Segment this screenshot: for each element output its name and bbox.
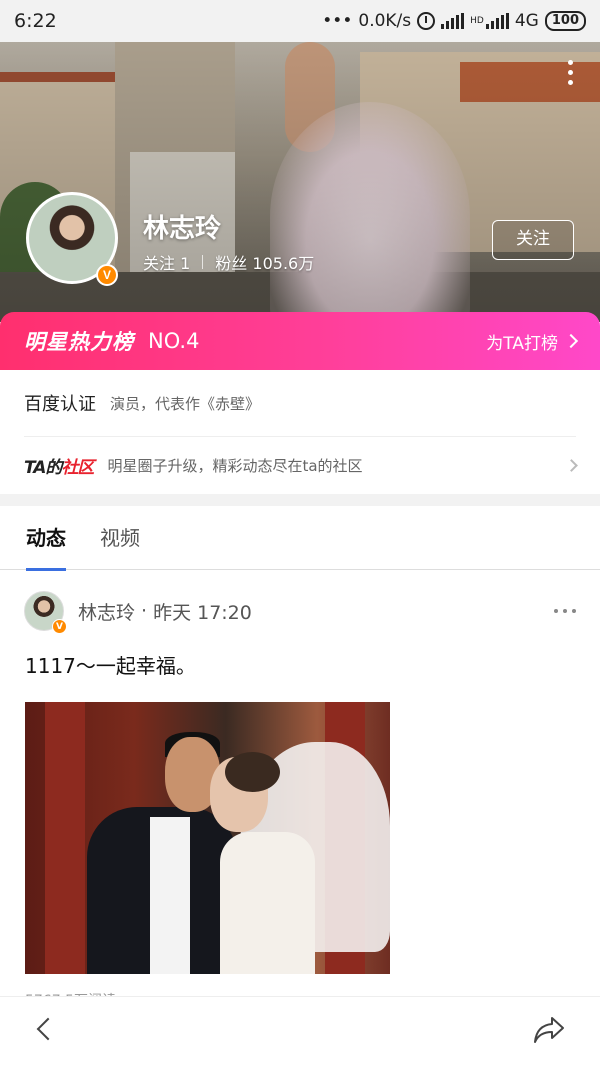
hd-label: HD [470, 16, 484, 26]
signal-icon-2 [485, 13, 509, 29]
network-speed: 0.0K/s [358, 11, 412, 31]
network-type: 4G [514, 11, 539, 31]
following-count: 1 [180, 254, 191, 273]
status-bar: 6:22 ••• 0.0K/s HD 4G 100 [0, 0, 600, 42]
community-row[interactable]: TA的社区 明星圈子升级，精彩动态尽在ta的社区 [24, 436, 578, 494]
ranking-title: 明星热力榜 [24, 330, 134, 354]
certification-label: 百度认证 [24, 394, 96, 415]
ranking-number: NO.4 [148, 329, 200, 353]
signal-icon [441, 13, 465, 29]
vote-label: 为TA打榜 [486, 333, 558, 354]
star-ranking-bar[interactable]: 明星热力榜 NO.4 为TA打榜 [0, 312, 600, 370]
post-text: 1117～一起幸福。 [25, 654, 196, 678]
community-text: 明星圈子升级，精彩动态尽在ta的社区 [107, 457, 363, 475]
fans-label: 粉丝 [215, 254, 248, 273]
battery-icon: 100 [544, 11, 586, 31]
verified-badge-icon: V [96, 264, 118, 286]
tab-video[interactable]: 视频 [100, 506, 140, 570]
community-logo: TA的社区 [24, 458, 94, 478]
following-stat[interactable]: 关注 1 [143, 250, 190, 274]
post-image[interactable] [25, 702, 390, 974]
back-arrow-icon[interactable] [36, 1017, 60, 1041]
post-separator: · [141, 600, 148, 622]
profile-banner: V 林志玲 关注 1 粉丝 105.6万 关注 [0, 42, 600, 322]
post-time: 昨天 17:20 [153, 601, 252, 624]
status-time: 6:22 [14, 10, 57, 32]
more-dots-icon: ••• [322, 11, 353, 31]
post-author-name[interactable]: 林志玲 [78, 598, 135, 625]
post-more-icon[interactable] [554, 609, 576, 613]
section-divider [0, 494, 600, 506]
feed-post: V 林志玲 · 昨天 17:20 1117～一起幸福。 5767.5万阅读 [0, 570, 600, 1010]
stat-divider [202, 255, 204, 269]
alarm-icon [417, 12, 436, 30]
fans-stat[interactable]: 粉丝 105.6万 [215, 250, 314, 274]
share-icon[interactable] [532, 1015, 566, 1045]
certification-row: 百度认证 演员，代表作《赤壁》 [24, 370, 576, 436]
fans-count: 105.6万 [252, 254, 315, 273]
verified-badge-icon: V [52, 619, 67, 634]
profile-name: 林志玲 [143, 214, 222, 244]
certification-text: 演员，代表作《赤壁》 [110, 394, 261, 413]
more-options-icon[interactable] [568, 60, 576, 85]
tab-feed[interactable]: 动态 [26, 506, 66, 571]
profile-stats: 关注 1 粉丝 105.6万 [143, 250, 314, 274]
post-author-avatar[interactable]: V [24, 591, 67, 634]
status-icons: ••• 0.0K/s HD 4G 100 [322, 11, 586, 31]
bottom-nav-bar [0, 996, 600, 1066]
post-header: V 林志玲 · 昨天 17:20 [0, 570, 600, 652]
content-tabs: 动态 视频 [0, 506, 600, 571]
chevron-right-icon [563, 333, 579, 349]
chevron-right-icon [565, 459, 578, 472]
vote-button[interactable]: 为TA打榜 [486, 329, 579, 354]
follow-button[interactable]: 关注 [492, 220, 574, 260]
profile-info: 百度认证 演员，代表作《赤壁》 TA的社区 明星圈子升级，精彩动态尽在ta的社区 [0, 370, 600, 494]
following-label: 关注 [143, 254, 176, 273]
